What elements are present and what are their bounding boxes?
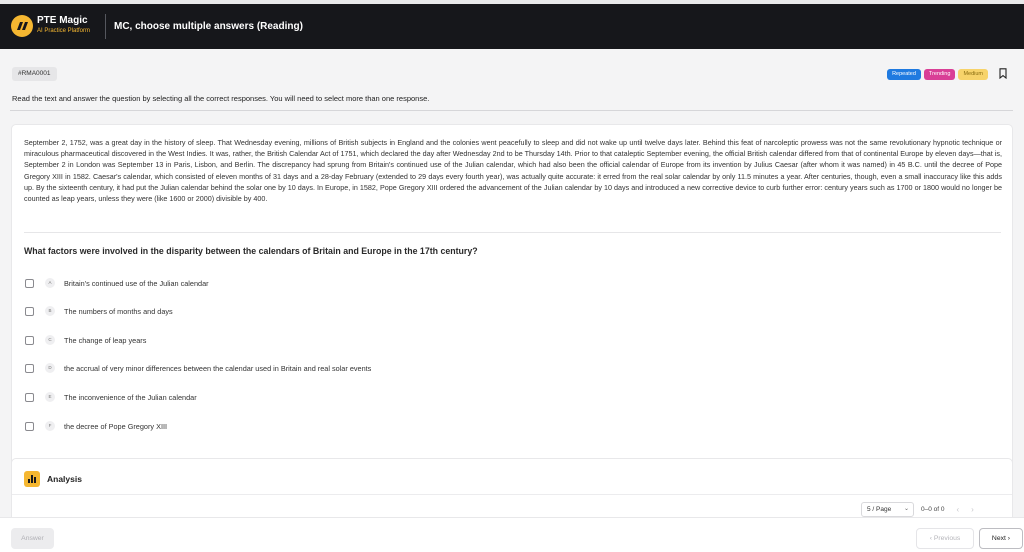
pagination: 5 / Page ⌄ 0–0 of 0 ‹ › — [861, 502, 974, 517]
chevron-right-icon: › — [1007, 535, 1011, 542]
previous-label: Previous — [933, 535, 961, 542]
brand-tagline: AI Practice Platform — [37, 28, 91, 34]
bookmark-icon[interactable] — [999, 68, 1007, 79]
option-e[interactable]: E The inconvenience of the Julian calend… — [25, 391, 197, 403]
divider — [24, 232, 1001, 233]
option-checkbox[interactable] — [25, 335, 34, 345]
page-size-select[interactable]: 5 / Page ⌄ — [861, 502, 914, 517]
option-letter-badge: B — [45, 306, 55, 316]
option-letter-badge: C — [45, 335, 55, 345]
page-next-icon[interactable]: › — [971, 505, 974, 514]
page-prev-icon[interactable]: ‹ — [957, 505, 960, 514]
option-checkbox[interactable] — [25, 421, 34, 431]
option-label[interactable]: The inconvenience of the Julian calendar — [64, 393, 197, 402]
bar-chart-icon — [24, 471, 40, 487]
option-d[interactable]: D the accrual of very minor differences … — [25, 362, 371, 374]
question-id-tag: #RMA0001 — [12, 67, 57, 81]
top-header: PTE Magic AI Practice Platform MC, choos… — [0, 4, 1024, 49]
header-divider — [105, 14, 106, 39]
option-checkbox[interactable] — [25, 278, 34, 288]
option-b[interactable]: B The numbers of months and days — [25, 305, 173, 317]
chevron-left-icon: ‹ — [929, 535, 932, 542]
main-content: #RMA0001 Repeated Trending Medium Read t… — [0, 49, 1024, 518]
badge-group: Repeated Trending Medium — [887, 69, 988, 80]
option-label[interactable]: the decree of Pope Gregory XIII — [64, 422, 167, 431]
page-title: MC, choose multiple answers (Reading) — [114, 21, 303, 32]
option-letter-badge: E — [45, 392, 55, 402]
option-f[interactable]: F the decree of Pope Gregory XIII — [25, 420, 167, 432]
reading-passage: September 2, 1752, was a great day in th… — [24, 138, 1002, 204]
page-range-text: 0–0 of 0 — [921, 506, 945, 513]
analysis-title: Analysis — [47, 474, 82, 484]
option-letter-badge: F — [45, 421, 55, 431]
option-letter-badge: A — [45, 278, 55, 288]
option-c[interactable]: C The change of leap years — [25, 334, 146, 346]
option-label[interactable]: The numbers of months and days — [64, 307, 173, 316]
option-a[interactable]: A Britain's continued use of the Julian … — [25, 277, 209, 289]
trending-badge: Trending — [923, 69, 956, 80]
option-checkbox[interactable] — [25, 392, 34, 402]
difficulty-badge: Medium — [958, 69, 988, 80]
option-label[interactable]: the accrual of very minor differences be… — [64, 364, 371, 373]
question-text: What factors were involved in the dispar… — [24, 246, 478, 256]
next-label: Next — [991, 535, 1006, 542]
divider — [12, 494, 1012, 495]
previous-button[interactable]: ‹ Previous — [916, 528, 974, 549]
option-checkbox[interactable] — [25, 363, 34, 373]
bottom-action-bar: Answer ‹ Previous Next › — [0, 517, 1024, 552]
brand-name: PTE Magic — [37, 15, 88, 26]
option-label[interactable]: Britain's continued use of the Julian ca… — [64, 279, 209, 288]
divider — [10, 110, 1013, 111]
repeated-badge: Repeated — [887, 69, 921, 80]
instruction-text: Read the text and answer the question by… — [12, 94, 430, 103]
option-label[interactable]: The change of leap years — [64, 336, 146, 345]
chevron-down-icon: ⌄ — [903, 506, 909, 512]
question-card: September 2, 1752, was a great day in th… — [11, 124, 1013, 493]
brand: PTE Magic AI Practice Platform — [37, 15, 90, 36]
next-button[interactable]: Next › — [979, 528, 1023, 549]
page-size-value: 5 / Page — [867, 506, 892, 513]
option-letter-badge: D — [45, 363, 55, 373]
answer-button[interactable]: Answer — [11, 528, 54, 549]
logo-icon — [11, 15, 33, 37]
option-checkbox[interactable] — [25, 306, 34, 316]
